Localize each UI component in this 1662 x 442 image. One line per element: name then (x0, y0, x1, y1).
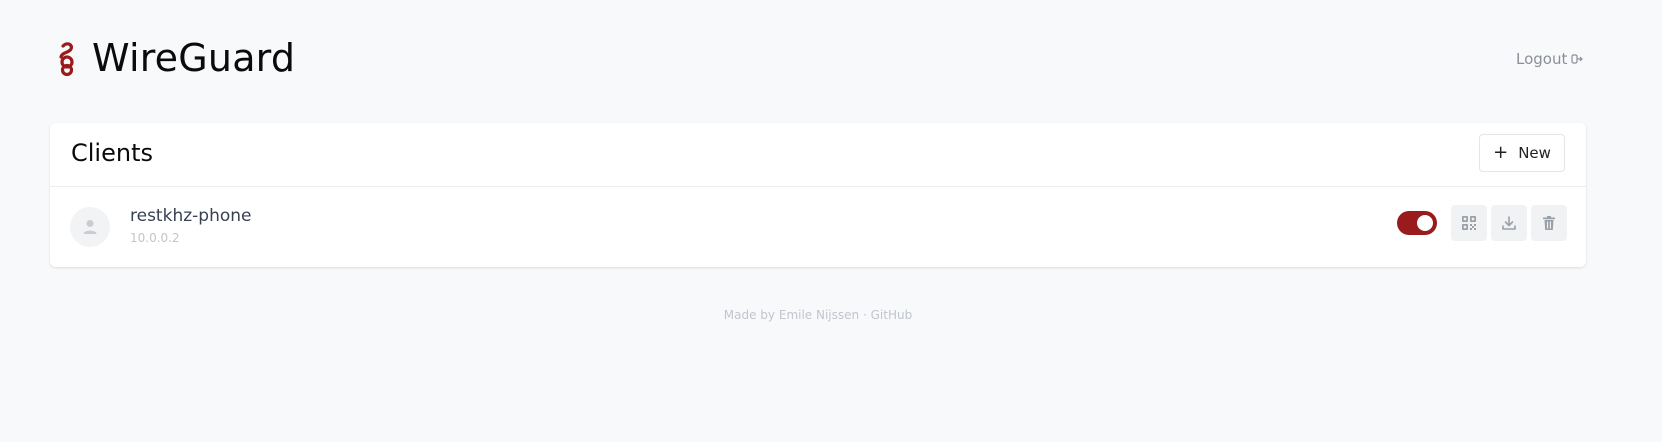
wireguard-logo-icon (59, 42, 74, 76)
new-button-label: New (1518, 144, 1551, 162)
trash-icon (1543, 216, 1555, 230)
client-enable-toggle[interactable] (1397, 211, 1437, 235)
logout-icon (1571, 54, 1584, 64)
client-row: restkhz-phone 10.0.0.2 (50, 187, 1586, 267)
client-name: restkhz-phone (130, 206, 252, 226)
show-qr-button[interactable] (1451, 205, 1487, 241)
logout-link[interactable]: Logout (1516, 50, 1584, 68)
logout-label: Logout (1516, 50, 1568, 68)
delete-client-button[interactable] (1531, 205, 1567, 241)
plus-icon: + (1493, 142, 1509, 163)
footer-prefix: Made by (723, 308, 776, 322)
toggle-knob (1417, 215, 1433, 231)
client-actions (1397, 205, 1567, 241)
clients-title: Clients (71, 139, 153, 167)
app-title: WireGuard (92, 36, 296, 80)
footer: Made by Emile Nijssen · GitHub (0, 308, 1636, 322)
author-link[interactable]: Emile Nijssen (779, 308, 859, 322)
clients-card: Clients + New restkhz-phone 10.0.0.2 (50, 123, 1586, 267)
new-client-button[interactable]: + New (1479, 134, 1565, 172)
app-header: WireGuard (56, 36, 295, 80)
client-address: 10.0.0.2 (130, 231, 180, 245)
user-icon (83, 220, 97, 234)
footer-separator: · (862, 308, 867, 322)
client-avatar (70, 207, 110, 247)
download-config-button[interactable] (1491, 205, 1527, 241)
download-icon (1502, 216, 1516, 230)
clients-card-header: Clients + New (50, 123, 1586, 187)
qr-code-icon (1462, 216, 1476, 230)
github-link[interactable]: GitHub (871, 308, 913, 322)
